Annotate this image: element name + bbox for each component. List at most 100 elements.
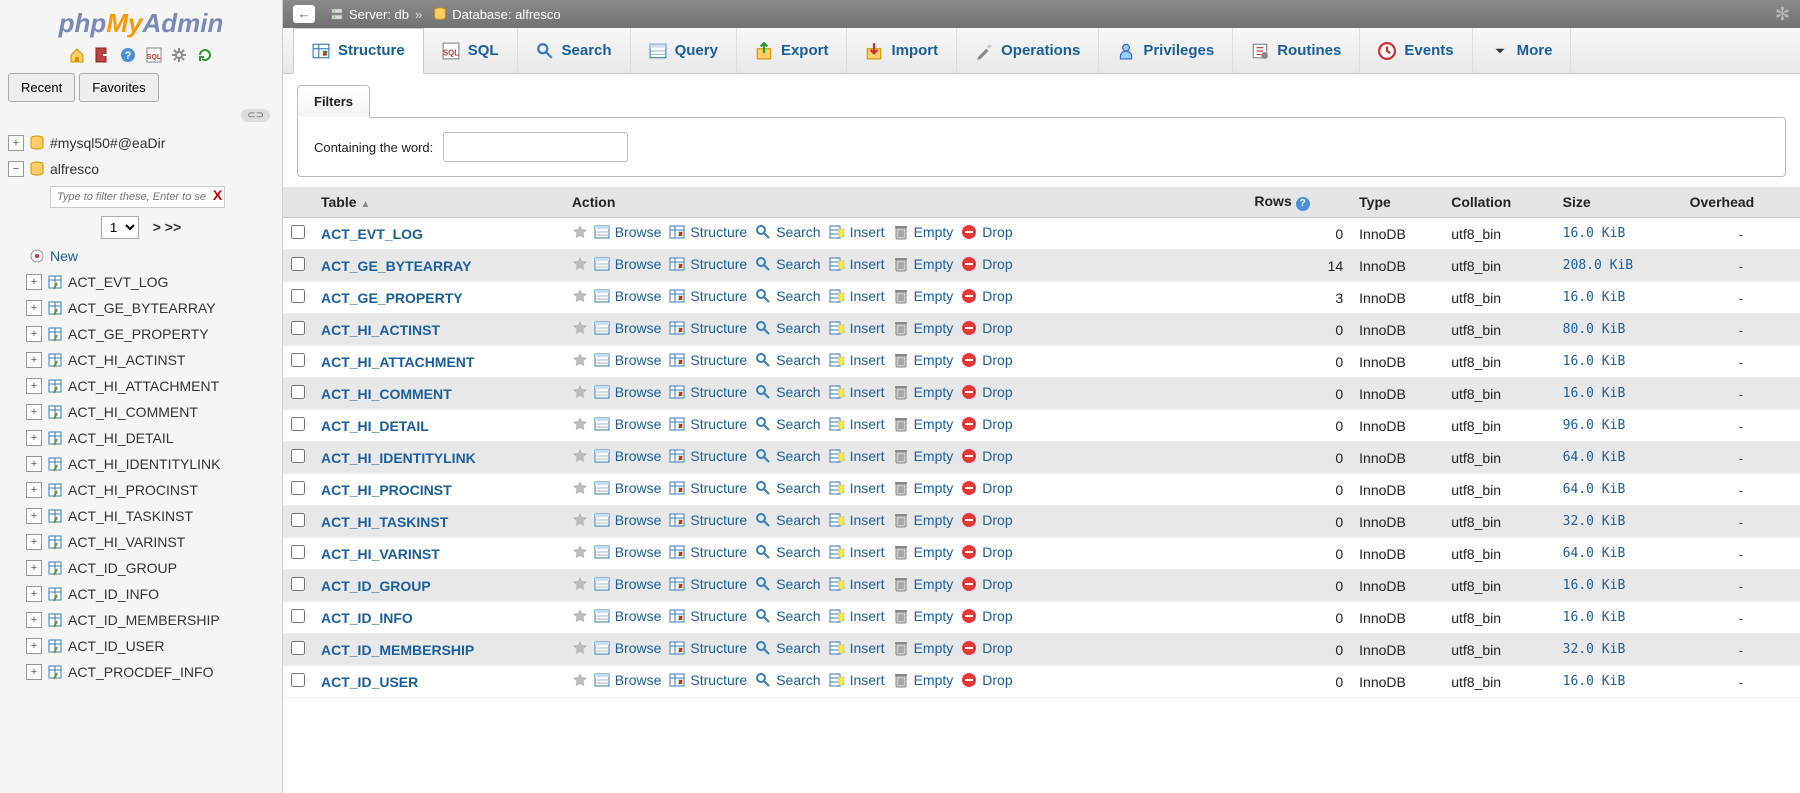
row-checkbox[interactable] <box>291 609 305 623</box>
table-name-link[interactable]: ACT_HI_IDENTITYLINK <box>321 450 476 466</box>
search-action[interactable]: Search <box>755 384 820 400</box>
expand-toggle[interactable]: + <box>26 560 42 576</box>
table-node[interactable]: ACT_ID_USER <box>68 638 164 654</box>
table-node[interactable]: ACT_HI_ATTACHMENT <box>68 378 219 394</box>
clear-filter-icon[interactable]: X <box>213 187 222 203</box>
table-name-link[interactable]: ACT_ID_INFO <box>321 610 413 626</box>
browse-action[interactable]: Browse <box>594 288 662 304</box>
browse-action[interactable]: Browse <box>594 608 662 624</box>
table-node[interactable]: ACT_GE_PROPERTY <box>68 326 209 342</box>
table-name-link[interactable]: ACT_GE_BYTEARRAY <box>321 258 471 274</box>
browse-action[interactable]: Browse <box>594 544 662 560</box>
drop-action[interactable]: Drop <box>961 320 1012 336</box>
browse-action[interactable]: Browse <box>594 416 662 432</box>
expand-toggle[interactable]: + <box>26 326 42 342</box>
reload-icon[interactable] <box>196 47 214 65</box>
browse-action[interactable]: Browse <box>594 512 662 528</box>
empty-action[interactable]: Empty <box>893 352 954 368</box>
expand-toggle[interactable]: + <box>26 352 42 368</box>
sql-icon[interactable] <box>145 47 163 65</box>
structure-action[interactable]: Structure <box>669 384 747 400</box>
table-name-link[interactable]: ACT_HI_PROCINST <box>321 482 452 498</box>
page-settings-icon[interactable]: ✻ <box>1775 4 1790 25</box>
expand-toggle[interactable]: + <box>26 638 42 654</box>
new-table-link[interactable]: New <box>50 248 78 264</box>
empty-action[interactable]: Empty <box>893 416 954 432</box>
favorite-star-icon[interactable] <box>572 640 588 656</box>
empty-action[interactable]: Empty <box>893 672 954 688</box>
empty-action[interactable]: Empty <box>893 288 954 304</box>
browse-action[interactable]: Browse <box>594 640 662 656</box>
drop-action[interactable]: Drop <box>961 672 1012 688</box>
insert-action[interactable]: Insert <box>829 384 885 400</box>
favorite-star-icon[interactable] <box>572 480 588 496</box>
table-node[interactable]: ACT_PROCDEF_INFO <box>68 664 213 680</box>
expand-toggle[interactable]: + <box>8 135 24 151</box>
structure-action[interactable]: Structure <box>669 608 747 624</box>
table-node[interactable]: ACT_GE_BYTEARRAY <box>68 300 216 316</box>
tab-sql[interactable]: SQL <box>424 28 518 73</box>
browse-action[interactable]: Browse <box>594 352 662 368</box>
insert-action[interactable]: Insert <box>829 544 885 560</box>
structure-action[interactable]: Structure <box>669 416 747 432</box>
favorite-star-icon[interactable] <box>572 544 588 560</box>
structure-action[interactable]: Structure <box>669 640 747 656</box>
expand-toggle[interactable]: + <box>26 274 42 290</box>
insert-action[interactable]: Insert <box>829 576 885 592</box>
recent-tab[interactable]: Recent <box>8 73 75 102</box>
row-checkbox[interactable] <box>291 289 305 303</box>
browse-action[interactable]: Browse <box>594 672 662 688</box>
favorite-star-icon[interactable] <box>572 288 588 304</box>
search-action[interactable]: Search <box>755 480 820 496</box>
structure-action[interactable]: Structure <box>669 544 747 560</box>
empty-action[interactable]: Empty <box>893 256 954 272</box>
row-checkbox[interactable] <box>291 641 305 655</box>
favorites-tab[interactable]: Favorites <box>79 73 158 102</box>
col-rows[interactable]: Rows? <box>1246 187 1351 218</box>
tab-operations[interactable]: Operations <box>957 28 1099 73</box>
table-node[interactable]: ACT_HI_VARINST <box>68 534 185 550</box>
browse-action[interactable]: Browse <box>594 576 662 592</box>
structure-action[interactable]: Structure <box>669 448 747 464</box>
insert-action[interactable]: Insert <box>829 480 885 496</box>
home-icon[interactable] <box>68 47 86 65</box>
empty-action[interactable]: Empty <box>893 640 954 656</box>
table-node[interactable]: ACT_HI_PROCINST <box>68 482 198 498</box>
insert-action[interactable]: Insert <box>829 672 885 688</box>
favorite-star-icon[interactable] <box>572 224 588 240</box>
insert-action[interactable]: Insert <box>829 256 885 272</box>
drop-action[interactable]: Drop <box>961 288 1012 304</box>
row-checkbox[interactable] <box>291 481 305 495</box>
containing-word-input[interactable] <box>443 132 628 162</box>
structure-action[interactable]: Structure <box>669 320 747 336</box>
table-node[interactable]: ACT_HI_ACTINST <box>68 352 185 368</box>
drop-action[interactable]: Drop <box>961 608 1012 624</box>
favorite-star-icon[interactable] <box>572 672 588 688</box>
table-name-link[interactable]: ACT_HI_DETAIL <box>321 418 429 434</box>
empty-action[interactable]: Empty <box>893 480 954 496</box>
structure-action[interactable]: Structure <box>669 288 747 304</box>
table-name-link[interactable]: ACT_HI_ATTACHMENT <box>321 354 474 370</box>
favorite-star-icon[interactable] <box>572 448 588 464</box>
table-name-link[interactable]: ACT_HI_ACTINST <box>321 322 440 338</box>
favorite-star-icon[interactable] <box>572 512 588 528</box>
tab-more[interactable]: More <box>1473 28 1572 73</box>
col-table[interactable]: Table▲ <box>313 187 564 218</box>
database-name[interactable]: alfresco <box>515 7 561 22</box>
search-action[interactable]: Search <box>755 576 820 592</box>
browse-action[interactable]: Browse <box>594 384 662 400</box>
row-checkbox[interactable] <box>291 321 305 335</box>
drop-action[interactable]: Drop <box>961 224 1012 240</box>
table-name-link[interactable]: ACT_EVT_LOG <box>321 226 423 242</box>
table-node[interactable]: ACT_HI_COMMENT <box>68 404 198 420</box>
collapse-nav-icon[interactable]: ⊂⊃ <box>241 109 270 122</box>
browse-action[interactable]: Browse <box>594 448 662 464</box>
row-checkbox[interactable] <box>291 577 305 591</box>
expand-toggle[interactable]: + <box>26 378 42 394</box>
tab-events[interactable]: Events <box>1360 28 1472 73</box>
empty-action[interactable]: Empty <box>893 384 954 400</box>
tree-pager-next[interactable]: > >> <box>153 219 181 235</box>
table-node[interactable]: ACT_EVT_LOG <box>68 274 168 290</box>
row-checkbox[interactable] <box>291 673 305 687</box>
browse-action[interactable]: Browse <box>594 224 662 240</box>
